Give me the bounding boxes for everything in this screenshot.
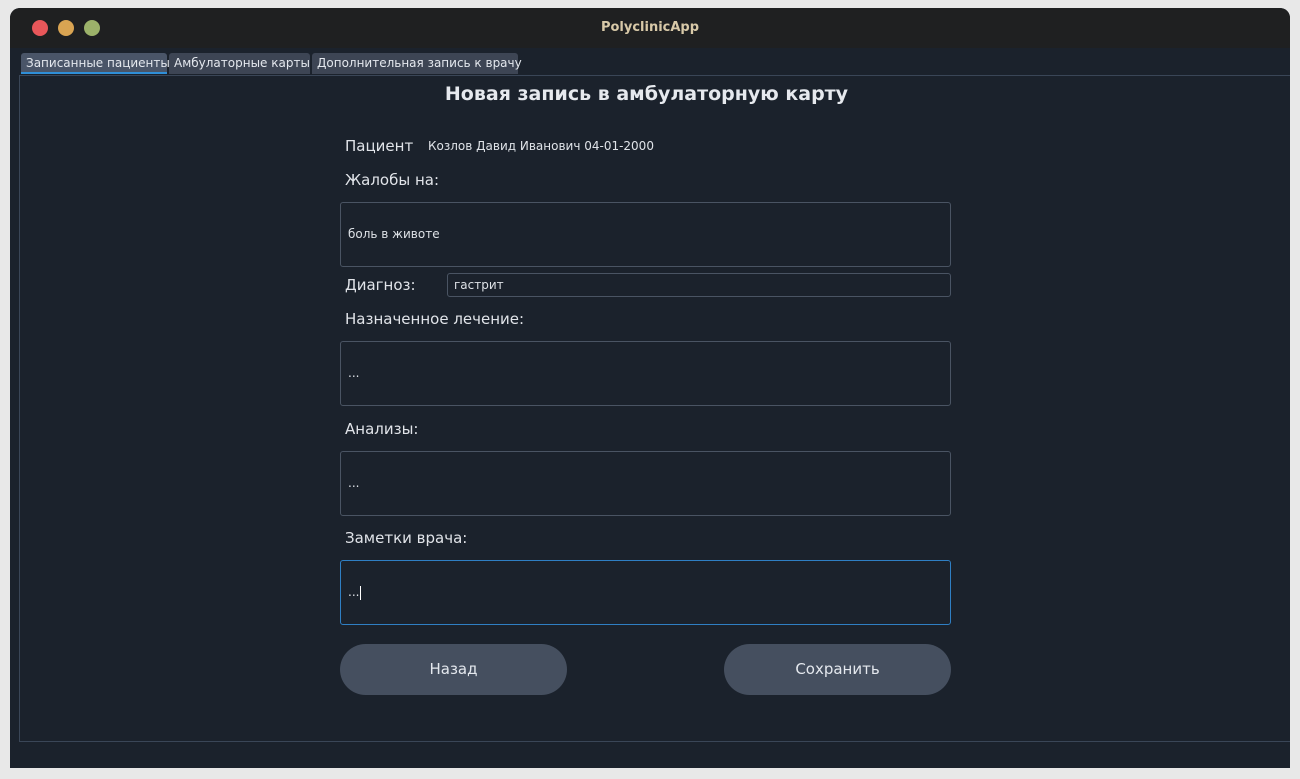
treatment-label: Назначенное лечение:: [345, 310, 525, 328]
tests-text: ...: [348, 476, 360, 490]
tests-textarea[interactable]: ...: [340, 451, 951, 516]
title-bar: PolyclinicApp: [10, 8, 1290, 48]
complaints-textarea[interactable]: боль в животе: [340, 202, 951, 267]
save-button[interactable]: Сохранить: [724, 644, 951, 695]
notes-text: ...: [348, 585, 360, 599]
treatment-text: ...: [348, 366, 360, 380]
complaints-label: Жалобы на:: [345, 171, 440, 189]
tab-additional-appointment[interactable]: Дополнительная запись к врачу: [312, 53, 522, 74]
patient-value: Козлов Давид Иванович 04-01-2000: [428, 139, 654, 153]
notes-textarea[interactable]: ...: [340, 560, 951, 625]
treatment-textarea[interactable]: ...: [340, 341, 951, 406]
diagnosis-text: гастрит: [454, 278, 504, 292]
text-caret: [360, 585, 362, 600]
tab-bar: Записанные пациенты Амбулаторные карты Д…: [10, 48, 1290, 76]
notes-label: Заметки врача:: [345, 529, 468, 547]
patient-label: Пациент: [345, 137, 414, 155]
window-title: PolyclinicApp: [600, 20, 700, 35]
tests-label: Анализы:: [345, 420, 419, 438]
complaints-text: боль в животе: [348, 227, 440, 241]
diagnosis-label: Диагноз:: [345, 276, 416, 294]
tab-outpatient-cards[interactable]: Амбулаторные карты: [169, 53, 310, 74]
diagnosis-input[interactable]: гастрит: [447, 273, 951, 297]
tab-registered-patients[interactable]: Записанные пациенты: [21, 53, 170, 74]
page-title: Новая запись в амбулаторную карту: [444, 83, 849, 105]
tab-content-panel: [19, 75, 1290, 742]
back-button[interactable]: Назад: [340, 644, 567, 695]
